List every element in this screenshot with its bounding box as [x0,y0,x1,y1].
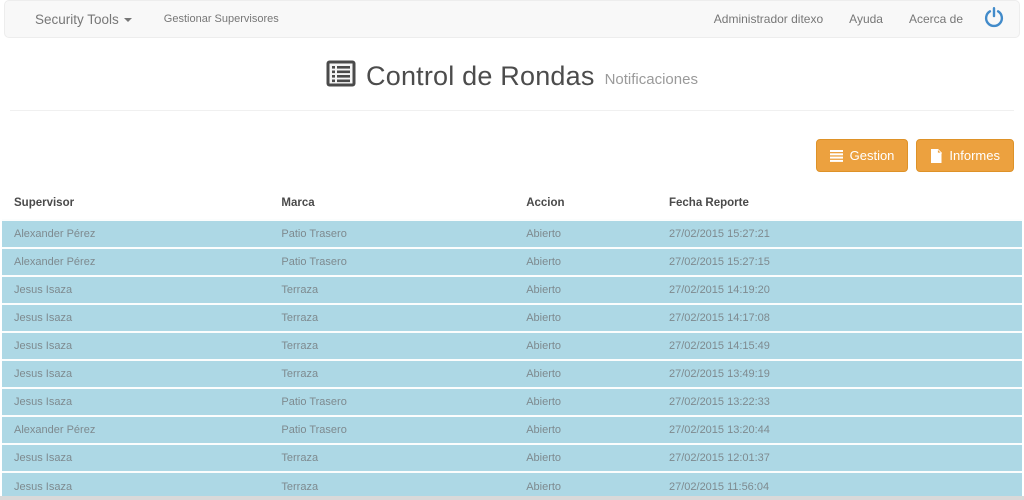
navbar: Security Tools Gestionar Supervisores Ad… [4,0,1020,38]
informes-button[interactable]: Informes [916,139,1014,172]
table-cell: Jesus Isaza [14,284,73,296]
table-cell: Jesus Isaza [14,452,73,464]
table-cell: Abierto [526,340,562,352]
informes-button-label: Informes [949,148,1000,163]
nav-acerca-de[interactable]: Acerca de [909,12,963,26]
table-row[interactable]: Jesus Isaza Patio Trasero Abierto 27/02/201… [2,388,1022,416]
align-justify-icon [829,149,843,162]
table-cell: Alexander Pérez [14,424,96,436]
table-row[interactable]: Jesus Isaza Terraza Abierto 27/02/2015 14:1… [2,332,1022,360]
page-subtitle-text: Notificaciones [604,70,698,88]
nav-security-tools-dropdown[interactable]: Security Tools [35,12,132,27]
table-cell: 27/02/2015 12:01:37 [668,452,770,464]
table-header-row: Supervisor Marca Accion Fecha Reporte [2,188,1022,220]
table-cell: Patio Trasero [281,396,347,408]
table-cell: Abierto [526,256,562,268]
gestion-button[interactable]: Gestion [815,139,909,172]
table-cell: Jesus Isaza [14,396,73,408]
file-icon [930,148,943,163]
column-header: Supervisor [14,197,75,209]
table-cell: Terraza [281,284,319,296]
table-row[interactable]: Alexander Pérez Patio Trasero Abierto 27/02… [2,220,1022,248]
nav-administrador-ditexo[interactable]: Administrador ditexo [714,12,823,26]
table-cell: Abierto [526,312,562,324]
bottom-edge-strip [0,496,1024,500]
table-cell: Terraza [281,368,319,380]
header-divider [10,110,1014,111]
table-cell: Abierto [526,368,562,380]
list-alt-icon [326,60,356,92]
nav-security-tools-label: Security Tools [35,11,119,27]
nav-ayuda[interactable]: Ayuda [849,12,883,26]
gestion-button-label: Gestion [849,148,895,163]
table-cell: 27/02/2015 14:15:49 [668,340,770,352]
table-cell: Jesus Isaza [14,312,73,324]
table-cell: Abierto [526,228,562,240]
table-cell: 27/02/2015 13:20:44 [668,424,770,436]
table-cell: Abierto [526,396,562,408]
notifications-table: Supervisor Marca Accion Fecha Reporte Alexa… [2,188,1022,500]
table-cell: Abierto [526,452,562,464]
table-row[interactable]: Jesus Isaza Terraza Abierto 27/02/2015 13:4… [2,360,1022,388]
navbar-right: Administrador ditexo Ayuda Acerca de [688,6,1005,33]
column-header: Fecha Reporte [668,197,749,209]
table-cell: Alexander Pérez [14,228,96,240]
toolbar: Gestion Informes [0,139,1014,172]
table-cell: Terraza [281,452,319,464]
table-cell: Abierto [526,424,562,436]
table-cell: Jesus Isaza [14,340,73,352]
table-row[interactable]: Jesus Isaza Terraza Abierto 27/02/2015 14:1… [2,304,1022,332]
navbar-left: Security Tools Gestionar Supervisores [35,12,279,27]
table-cell: Jesus Isaza [14,368,73,380]
table-cell: 27/02/2015 13:49:19 [668,368,770,380]
table-cell: 27/02/2015 15:27:21 [668,228,770,240]
column-header: Accion [526,197,565,209]
table-cell: 27/02/2015 14:17:08 [668,312,770,324]
page-title-text: Control de Rondas [366,60,595,91]
nav-gestionar-supervisores[interactable]: Gestionar Supervisores [164,13,279,25]
table-row[interactable]: Alexander Pérez Patio Trasero Abierto 27/02… [2,416,1022,444]
table-row[interactable]: Jesus Isaza Terraza Abierto 27/02/2015 14:1… [2,276,1022,304]
page-title: Control de Rondas Notificaciones [0,60,1024,92]
table-row[interactable]: Jesus Isaza Terraza Abierto 27/02/2015 12:0… [2,444,1022,472]
chevron-down-icon [123,17,132,22]
table-cell: Alexander Pérez [14,256,96,268]
power-icon [983,6,1005,33]
table-cell: Terraza [281,340,319,352]
table-cell: 27/02/2015 15:27:15 [668,256,770,268]
column-header: Marca [281,197,315,209]
table-cell: Patio Trasero [281,228,347,240]
table-cell: Patio Trasero [281,256,347,268]
table-cell: Abierto [526,284,562,296]
table-cell: Patio Trasero [281,424,347,436]
table-row[interactable]: Alexander Pérez Patio Trasero Abierto 27/02… [2,248,1022,276]
table-cell: 27/02/2015 14:19:20 [668,284,770,296]
logout-power-button[interactable] [983,6,1005,33]
table-cell: Terraza [281,312,319,324]
table-cell: 27/02/2015 13:22:33 [668,396,770,408]
